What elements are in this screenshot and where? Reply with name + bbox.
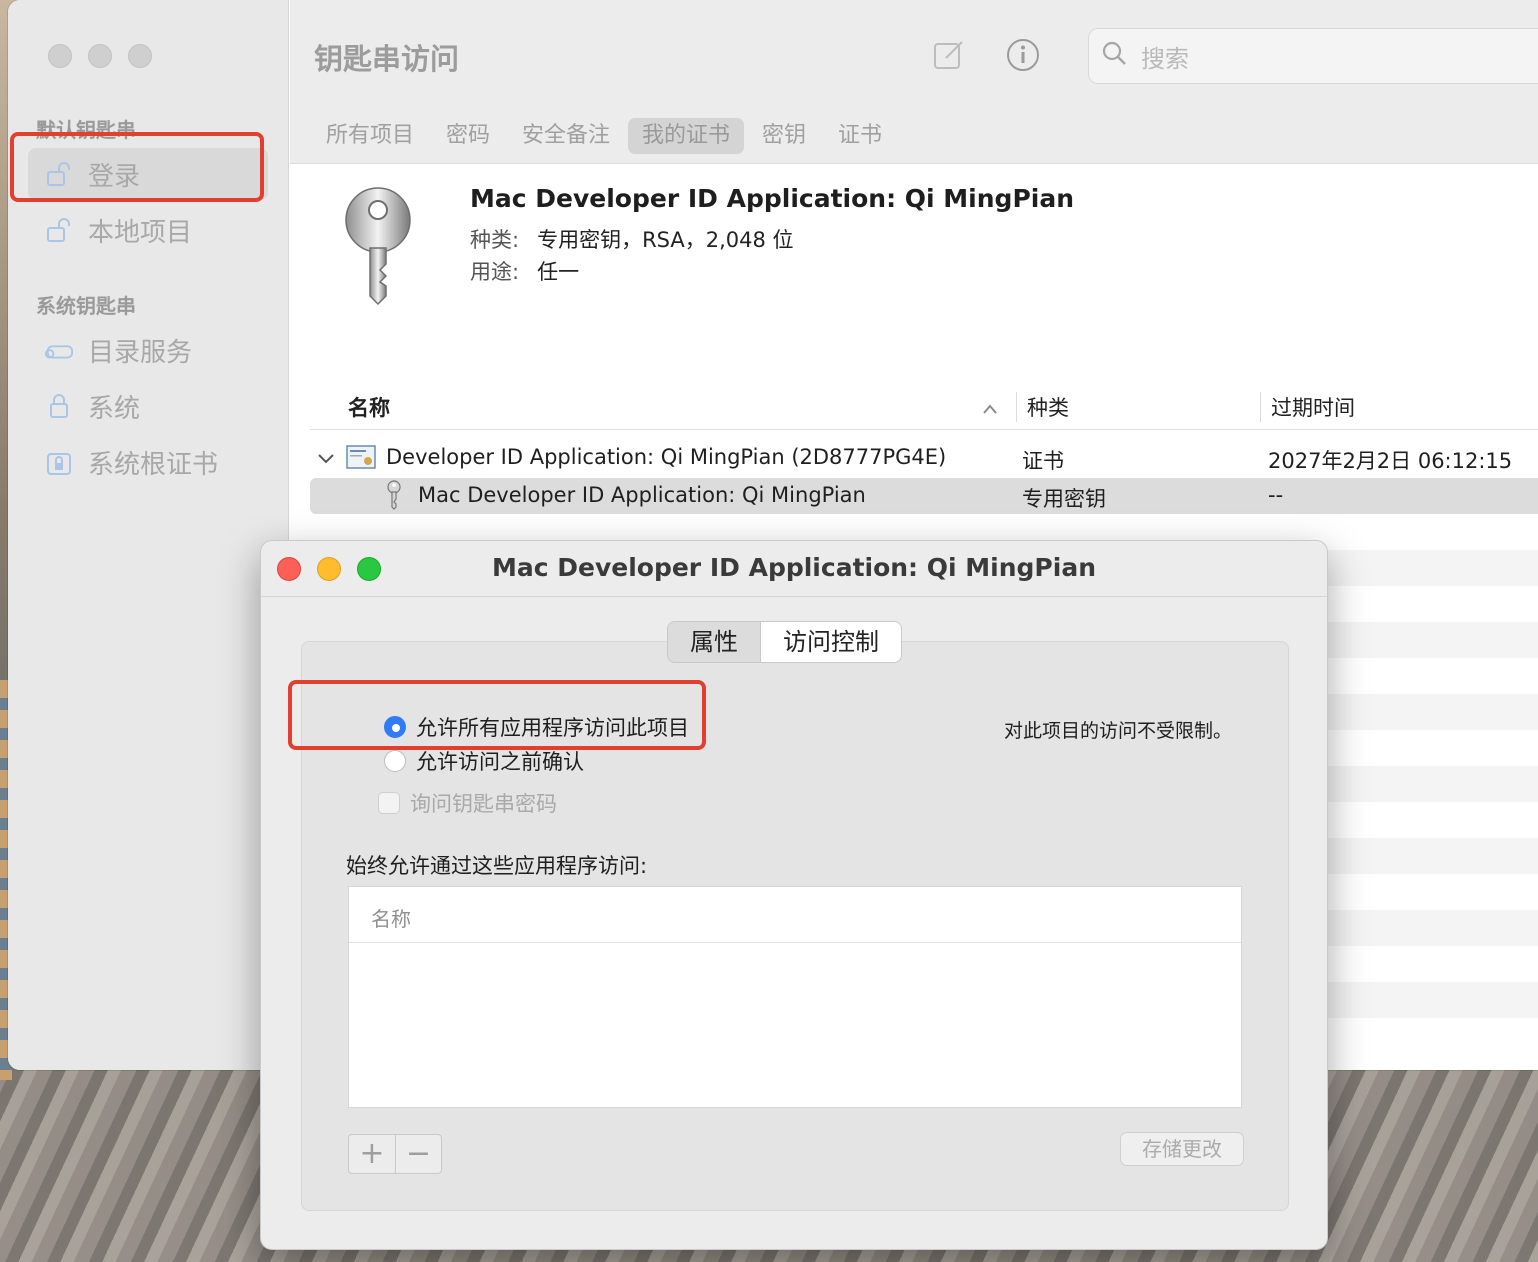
detail-kind-label: 种类: bbox=[470, 228, 520, 252]
sidebar-item-login[interactable]: 登录 bbox=[28, 148, 268, 200]
sidebar-item-directory[interactable]: 目录服务 bbox=[28, 324, 268, 376]
padlock-icon bbox=[44, 391, 74, 421]
dialog-segmented-control: 属性 访问控制 bbox=[667, 621, 902, 663]
access-description: 对此项目的访问不受限制。 bbox=[1004, 720, 1233, 742]
access-control-panel: 允许所有应用程序访问此项目 允许访问之前确认 询问钥匙串密码 对此项目的访问不受… bbox=[301, 641, 1289, 1211]
tab-certificates[interactable]: 证书 bbox=[824, 118, 896, 154]
sidebar-item-label: 本地项目 bbox=[88, 217, 193, 248]
table-header: 名称 种类 过期时间 bbox=[310, 380, 1538, 430]
column-header-kind[interactable]: 种类 bbox=[1016, 392, 1069, 422]
row-name: Developer ID Application: Qi MingPian (2… bbox=[386, 445, 947, 469]
search-input[interactable]: 搜索 bbox=[1088, 28, 1538, 84]
row-expires: -- bbox=[1268, 483, 1284, 507]
radio-confirm-label: 允许访问之前确认 bbox=[416, 750, 584, 774]
column-header-name[interactable]: 名称 bbox=[348, 392, 390, 422]
detail-usage: 用途: 任一 bbox=[470, 256, 579, 286]
sidebar-item-system[interactable]: 系统 bbox=[28, 380, 268, 432]
sidebar-item-label: 系统 bbox=[88, 393, 141, 424]
zoom-button[interactable] bbox=[128, 44, 152, 68]
tab-passwords[interactable]: 密码 bbox=[432, 118, 504, 154]
table-row-selected[interactable]: Mac Developer ID Application: Qi MingPia… bbox=[310, 478, 1538, 514]
checkbox-ask-password[interactable]: 询问钥匙串密码 bbox=[378, 788, 557, 818]
detail-kind: 种类: 专用密钥，RSA，2,048 位 bbox=[470, 224, 794, 254]
row-expires: 2027年2月2日 06:12:15 bbox=[1268, 449, 1513, 473]
save-changes-button[interactable]: 存储更改 bbox=[1120, 1132, 1244, 1166]
system-keychains-heading: 系统钥匙串 bbox=[36, 294, 136, 318]
allowed-apps-list[interactable]: 名称 bbox=[348, 886, 1242, 1108]
unlocked-padlock-icon bbox=[44, 159, 74, 189]
tab-my-certificates[interactable]: 我的证书 bbox=[628, 118, 745, 154]
column-header-expires[interactable]: 过期时间 bbox=[1260, 392, 1355, 422]
search-icon bbox=[1101, 40, 1127, 72]
detail-usage-value: 任一 bbox=[537, 260, 580, 284]
unlocked-padlock-icon bbox=[44, 215, 74, 245]
item-info-dialog: Mac Developer ID Application: Qi MingPia… bbox=[260, 540, 1328, 1250]
add-remove-control: + − bbox=[348, 1134, 442, 1174]
sort-ascending-icon[interactable] bbox=[982, 396, 998, 420]
checkbox-ask-password-label: 询问钥匙串密码 bbox=[410, 792, 557, 816]
tab-keys[interactable]: 密钥 bbox=[748, 118, 820, 154]
tab-all-items[interactable]: 所有项目 bbox=[312, 118, 428, 154]
row-kind: 证书 bbox=[1022, 449, 1064, 473]
radio-allow-all-label: 允许所有应用程序访问此项目 bbox=[416, 716, 689, 740]
tab-attributes[interactable]: 属性 bbox=[668, 622, 760, 662]
search-placeholder: 搜索 bbox=[1141, 44, 1189, 73]
directory-service-icon bbox=[44, 335, 74, 365]
close-button[interactable] bbox=[48, 44, 72, 68]
sidebar-item-label: 登录 bbox=[88, 161, 141, 192]
certificate-icon bbox=[346, 444, 376, 475]
radio-allow-all[interactable]: 允许所有应用程序访问此项目 bbox=[384, 712, 689, 742]
info-icon[interactable] bbox=[1004, 36, 1042, 74]
tab-access-control[interactable]: 访问控制 bbox=[760, 622, 901, 662]
detail-kind-value: 专用密钥，RSA，2,048 位 bbox=[537, 228, 794, 252]
radio-button-selected[interactable] bbox=[384, 716, 406, 738]
add-app-button[interactable]: + bbox=[349, 1135, 395, 1173]
minimize-button[interactable] bbox=[88, 44, 112, 68]
key-icon bbox=[338, 184, 418, 312]
table-row[interactable]: Developer ID Application: Qi MingPian (2… bbox=[310, 440, 1538, 476]
row-kind: 专用密钥 bbox=[1022, 487, 1106, 511]
checkbox[interactable] bbox=[378, 792, 400, 814]
radio-button[interactable] bbox=[384, 750, 406, 772]
always-allow-label: 始终允许通过这些应用程序访问: bbox=[346, 854, 648, 878]
sidebar-item-label: 目录服务 bbox=[88, 337, 193, 368]
toolbar: 钥匙串访问 搜索 bbox=[290, 0, 1538, 108]
chevron-down-icon[interactable] bbox=[316, 448, 336, 472]
sidebar: 默认钥匙串 登录 本地项目 系统钥匙串 目录服务 系统 系统根证书 bbox=[8, 0, 289, 1070]
default-keychains-heading: 默认钥匙串 bbox=[36, 118, 136, 142]
row-name: Mac Developer ID Application: Qi MingPia… bbox=[418, 483, 866, 507]
sidebar-item-label: 系统根证书 bbox=[88, 449, 219, 480]
allowed-apps-column-header: 名称 bbox=[349, 887, 1241, 943]
sidebar-item-system-roots[interactable]: 系统根证书 bbox=[28, 436, 268, 488]
cabinet-lock-icon bbox=[44, 447, 74, 477]
tab-secure-notes[interactable]: 安全备注 bbox=[508, 118, 624, 154]
key-icon bbox=[386, 480, 402, 515]
window-title: 钥匙串访问 bbox=[314, 42, 460, 76]
detail-usage-label: 用途: bbox=[470, 260, 520, 284]
dialog-titlebar: Mac Developer ID Application: Qi MingPia… bbox=[261, 541, 1327, 597]
remove-app-button[interactable]: − bbox=[395, 1135, 441, 1173]
detail-item-name: Mac Developer ID Application: Qi MingPia… bbox=[470, 184, 1075, 213]
category-tabs: 所有项目 密码 安全备注 我的证书 密钥 证书 bbox=[290, 108, 1538, 164]
dialog-title: Mac Developer ID Application: Qi MingPia… bbox=[491, 553, 1096, 582]
radio-confirm-before[interactable]: 允许访问之前确认 bbox=[384, 746, 584, 776]
sidebar-item-local[interactable]: 本地项目 bbox=[28, 204, 268, 256]
compose-icon[interactable] bbox=[930, 36, 968, 74]
